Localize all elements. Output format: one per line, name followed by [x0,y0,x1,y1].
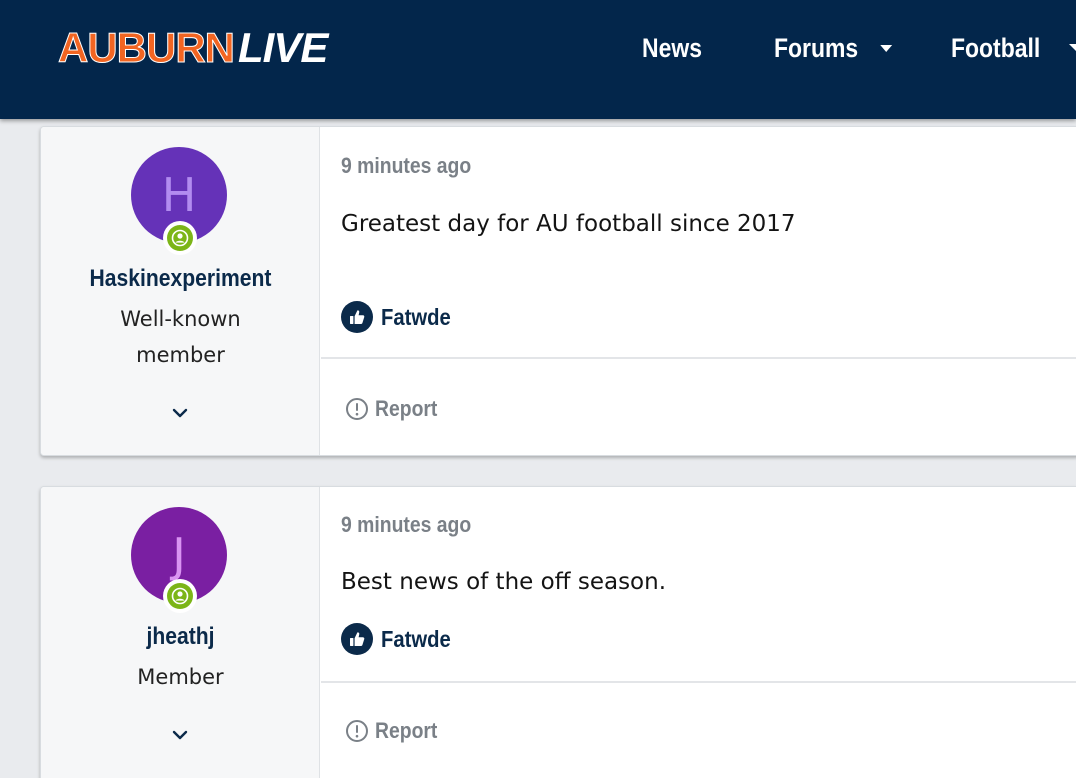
nav-forums-label: Forums [774,32,859,63]
post-body: Best news of the off season. [341,569,667,595]
logo-auburn-text: AUBURN [58,24,236,72]
nav-forums[interactable]: Forums [774,28,893,68]
site-logo[interactable]: AUBURN LIVE [58,24,329,72]
username[interactable]: Haskinexperiment [58,265,304,293]
online-status-badge [163,221,197,255]
post-user-cell: H Haskinexperiment Well-known member [41,127,320,455]
report-label: Report [375,718,438,743]
post-date[interactable]: 9 minutes ago [341,153,471,179]
user-title: Member [137,665,224,689]
post-divider [321,357,1076,359]
chevron-down-icon[interactable] [171,729,189,741]
logo-live-text: LIVE [238,24,328,71]
post-main: 9 minutes ago Greatest day for AU footba… [321,127,1076,455]
nav-football[interactable]: Football [951,28,1040,68]
reaction-user-link[interactable]: Fatwde [381,626,451,653]
alert-circle-icon [346,398,368,420]
site-header: AUBURN LIVE News Forums Football [0,0,1076,119]
post-date[interactable]: 9 minutes ago [341,512,471,538]
alert-circle-icon [346,720,368,742]
post: J jheathj Member 9 minutes ago Best news… [40,486,1076,778]
thumbs-up-icon [341,623,373,655]
thumbs-up-icon [341,301,373,333]
chevron-down-icon[interactable] [171,407,189,419]
reactions-bar[interactable]: Fatwde [341,623,460,655]
reactions-bar[interactable]: Fatwde [341,301,460,333]
post-body: Greatest day for AU football since 2017 [341,211,796,237]
reaction-user-link[interactable]: Fatwde [381,304,451,331]
user-online-icon [167,225,193,251]
report-link[interactable]: Report [345,394,446,424]
caret-down-icon[interactable] [1069,44,1076,51]
post-user-cell: J jheathj Member [41,487,320,778]
username[interactable]: jheathj [58,623,304,651]
online-status-badge [163,579,197,613]
user-online-icon [167,583,193,609]
post: H Haskinexperiment Well-known member 9 m… [40,126,1076,456]
nav-news[interactable]: News [642,28,702,68]
report-link[interactable]: Report [345,716,446,746]
report-label: Report [375,396,438,421]
post-divider [321,681,1076,683]
post-main: 9 minutes ago Best news of the off seaso… [321,487,1076,778]
user-title: Well-known member [120,307,241,367]
caret-down-icon[interactable] [880,44,893,52]
